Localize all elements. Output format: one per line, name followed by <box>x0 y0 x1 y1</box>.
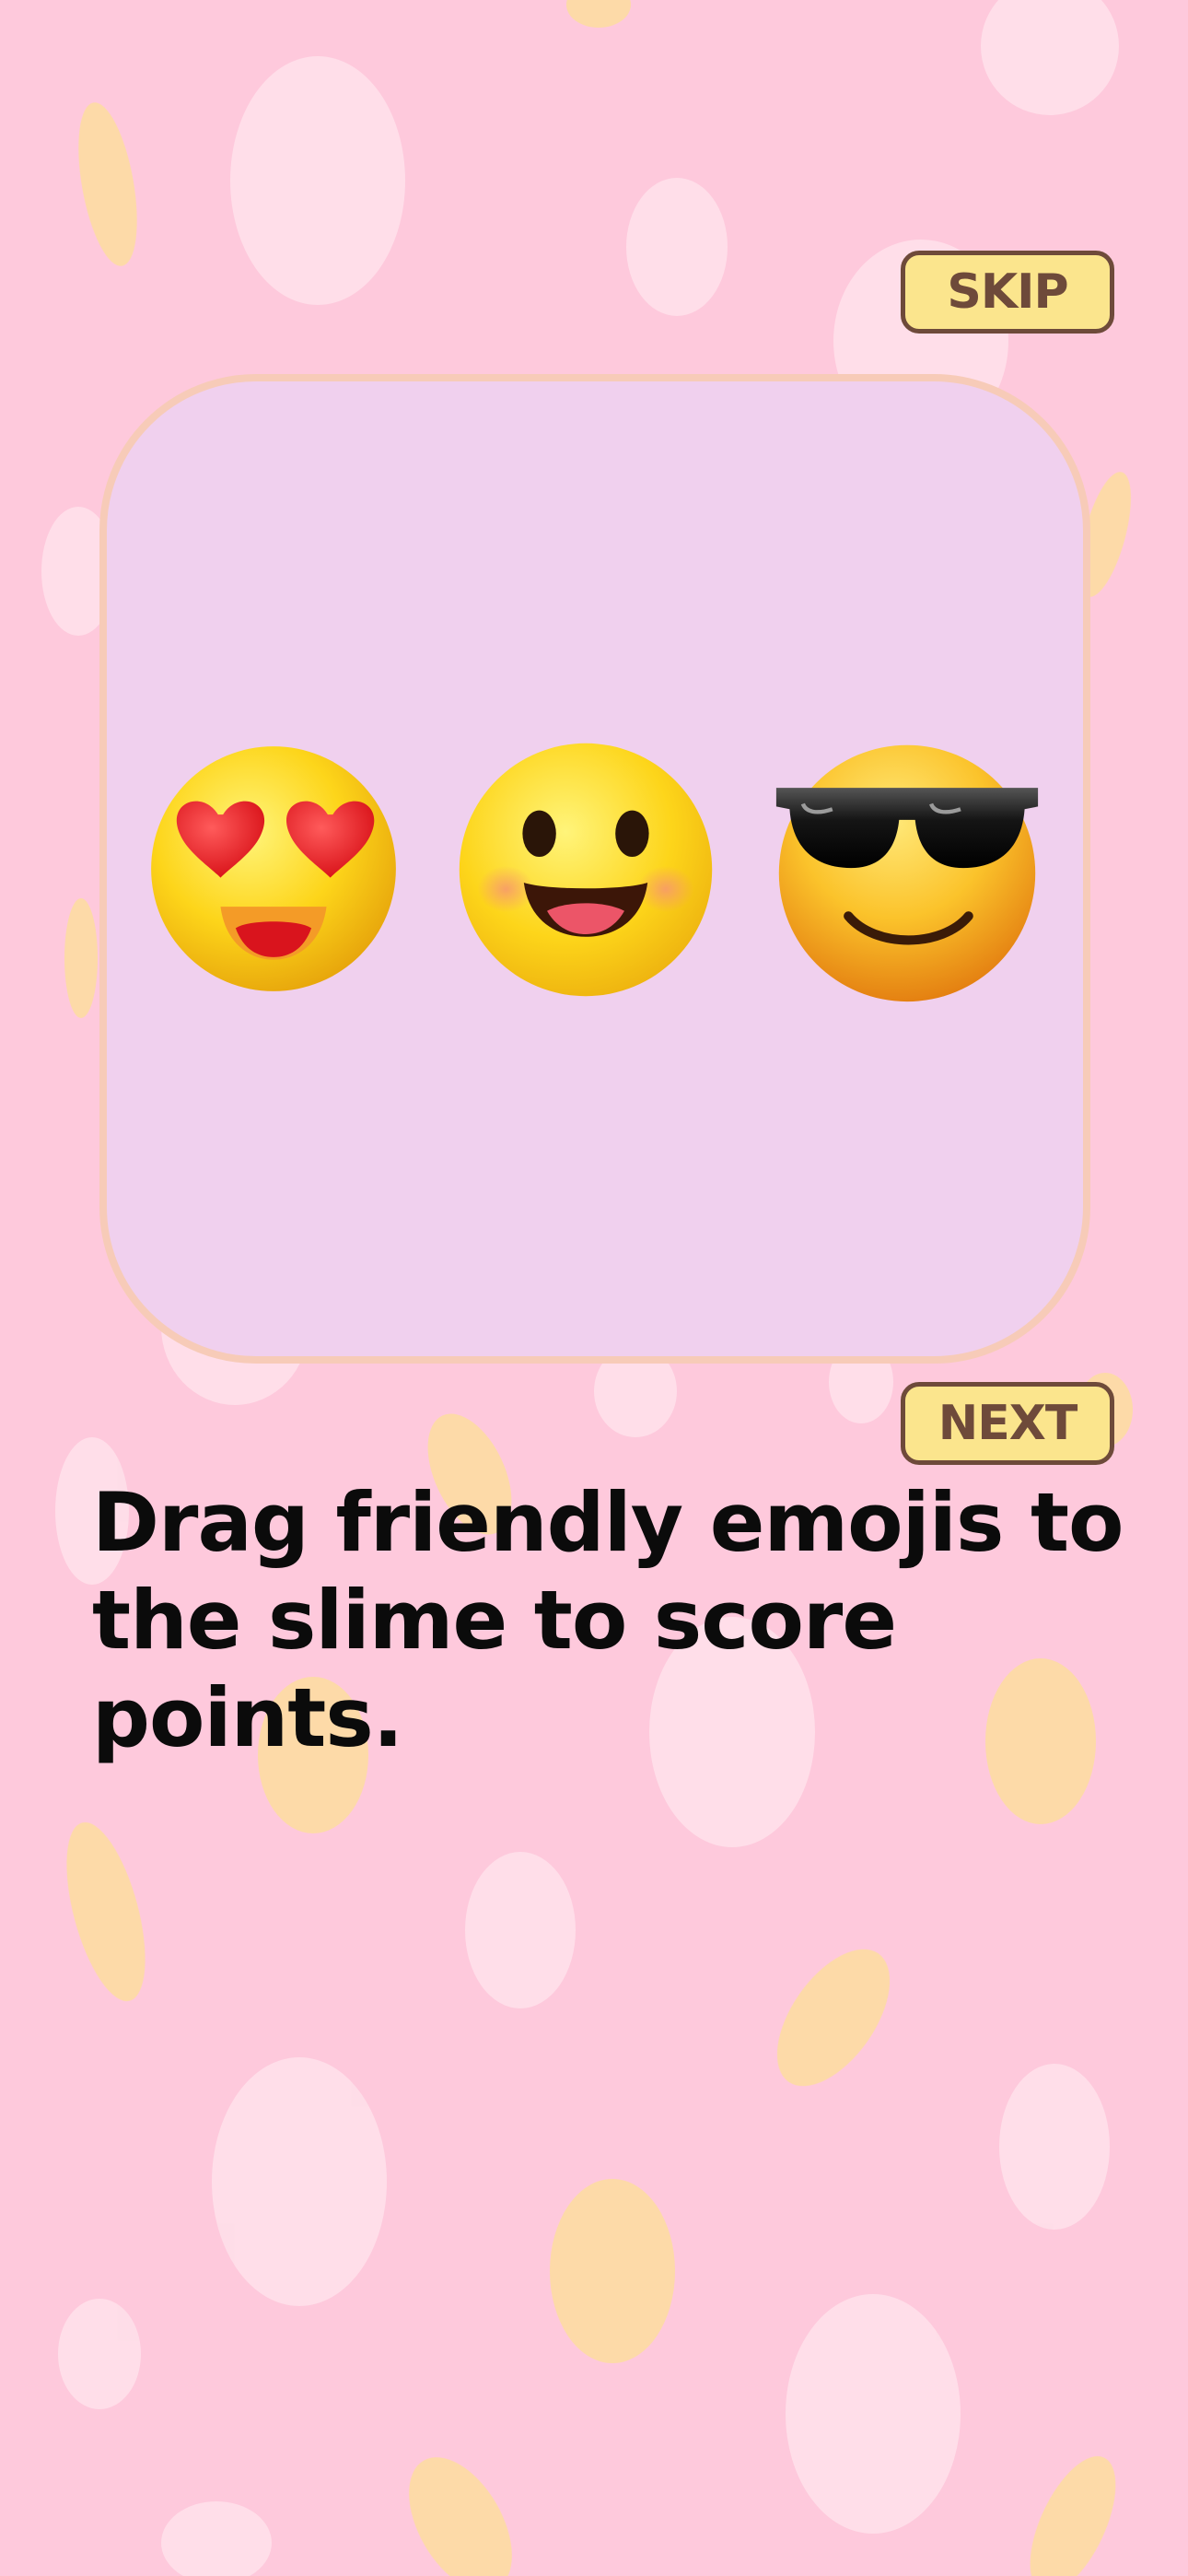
tutorial-screen: SKIP NEXT Drag friendly emojis to the sl… <box>0 0 1188 2576</box>
instruction-text: Drag friendly emojis to the slime to sco… <box>92 1475 1124 1765</box>
sunglasses-emoji-icon <box>775 744 1039 1002</box>
heart-eyes-emoji-icon <box>151 746 396 991</box>
next-button[interactable]: NEXT <box>901 1382 1114 1465</box>
skip-button[interactable]: SKIP <box>901 251 1114 334</box>
smiling-face-emoji-icon <box>459 743 713 997</box>
